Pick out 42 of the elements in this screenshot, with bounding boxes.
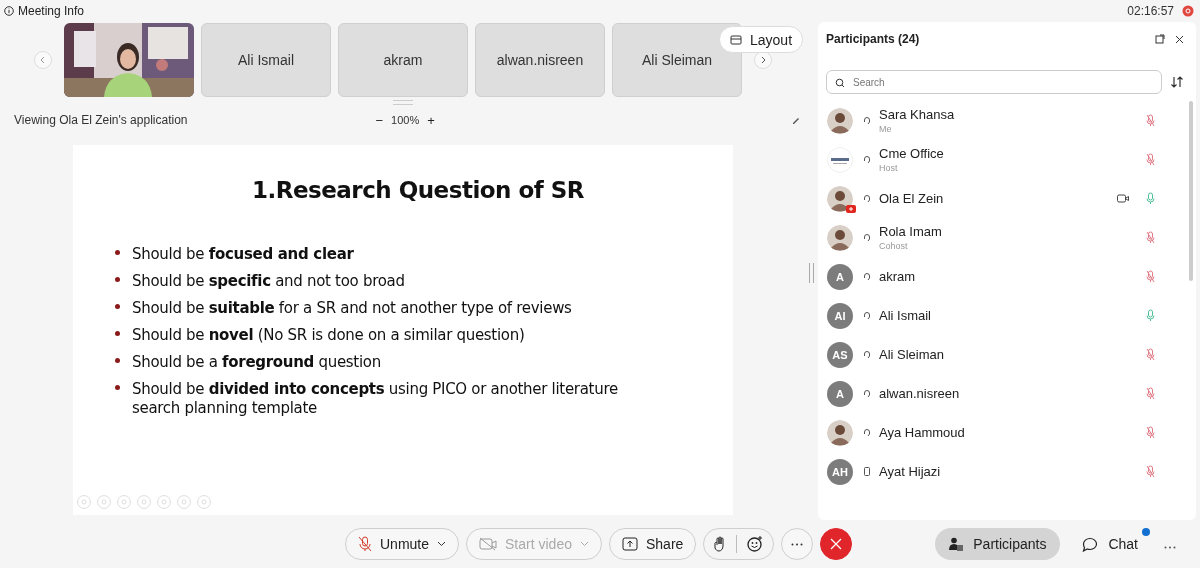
participant-name: Ali Ismail — [879, 308, 932, 323]
search-field[interactable]: Search — [826, 70, 1162, 94]
participants-button[interactable]: Participants — [935, 528, 1061, 560]
avatar: A — [827, 263, 853, 290]
participant-name: alwan.nisreen — [879, 386, 961, 401]
avatar: A — [827, 380, 853, 407]
sharing-status: Viewing Ola El Zein's application — [14, 113, 188, 127]
unmute-button[interactable]: Unmute — [345, 528, 460, 560]
participant-name: Ayat Hijazi — [879, 464, 942, 479]
avatar: AS — [827, 341, 853, 368]
share-button[interactable]: Share — [608, 528, 697, 560]
layout-button[interactable]: Layout — [719, 26, 804, 53]
avatar: AH — [827, 458, 853, 485]
avatar: AI — [827, 302, 853, 329]
participant-tile[interactable]: akram — [338, 23, 468, 97]
bullet-text: Should be suitable for a SR and not another type of reviews — [132, 299, 572, 318]
participant-name: Sara Khansa — [879, 107, 956, 122]
bullet-text: Should be novel (No SR is done on a similar question) — [132, 326, 525, 345]
bullet-text: Should be a foreground question — [132, 353, 381, 372]
participant-tile[interactable]: alwan.nisreen — [475, 23, 605, 97]
bullet-text: Should be specific and not too broad — [132, 272, 405, 291]
zoom-in-button[interactable]: + — [427, 112, 435, 128]
zoom-level: 100% — [391, 114, 420, 126]
participant-tile[interactable]: Ali Ismail — [201, 23, 331, 97]
participant-name: Aya Hammoud — [879, 425, 966, 440]
participant-role: Me — [879, 124, 893, 134]
participant-name: Ali Sleiman — [879, 347, 946, 362]
meeting-time: 02:16:57 — [1127, 4, 1174, 18]
participant-name: akram — [879, 269, 917, 284]
participant-role: Cohost — [879, 241, 909, 251]
participant-tile[interactable]: Ali Sleiman — [612, 23, 742, 97]
zoom-out-button[interactable]: − — [375, 112, 384, 128]
participant-name: Ola El Zein — [879, 191, 945, 206]
participant-name: Cme Office — [879, 146, 945, 161]
chat-button[interactable]: Chat — [1068, 528, 1152, 560]
slide-title: 1.Research Question of SR — [250, 177, 586, 203]
meeting-info-link[interactable]: Meeting Info — [18, 4, 85, 18]
bullet-text: Should be focused and clear — [132, 245, 354, 264]
panel-title: Participants (24) — [826, 32, 920, 46]
participant-name: Rola Imam — [879, 224, 943, 239]
bullet-text: Should be divided into concepts using PICO or another literature search planning template — [132, 380, 619, 418]
participant-role: Host — [879, 163, 899, 173]
